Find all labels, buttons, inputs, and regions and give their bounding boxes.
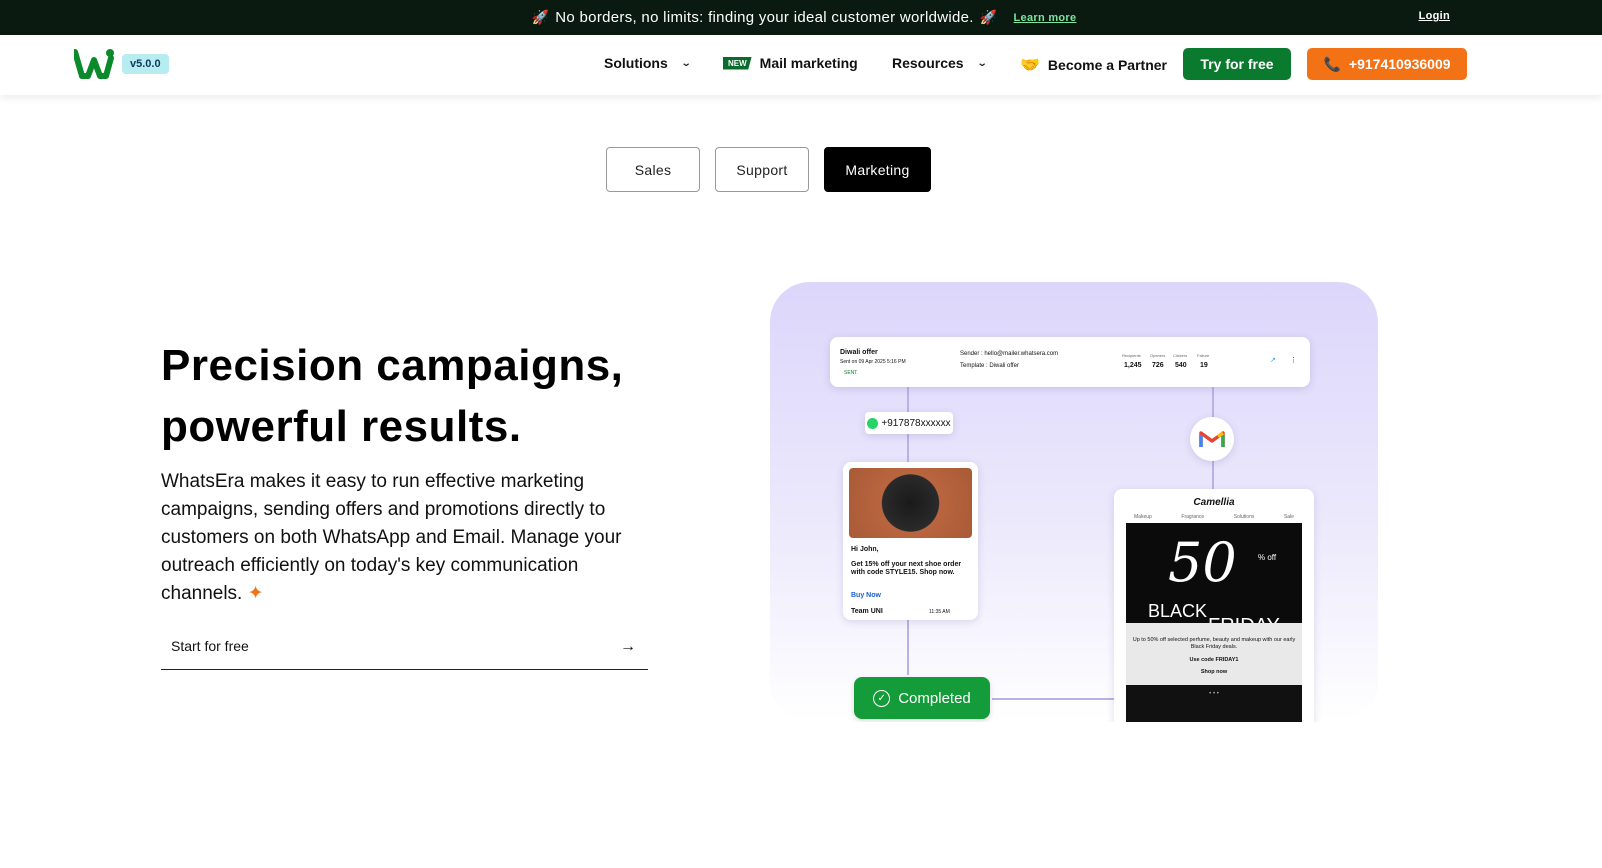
stat-value: 19 [1200, 362, 1208, 369]
mail-menu: Makeup Fragrance Solutions Sale [1134, 514, 1294, 520]
shoe-product-image [849, 468, 972, 538]
stat-label: Failure [1197, 353, 1210, 358]
stat-label: Openers [1150, 353, 1166, 358]
black-friday-banner: 50 % off BLACK FRIDAY [1126, 523, 1302, 637]
mail-code: Use code FRIDAY1 [1189, 657, 1239, 663]
banner-word-black: BLACK [1148, 601, 1208, 621]
mail-menu-item: Makeup [1134, 514, 1152, 520]
hero-description: WhatsEra makes it easy to run effective … [161, 468, 651, 608]
campaign-sent-on: Sent on 09 Apr 2025 5:16 PM [840, 359, 906, 365]
phone-number: +917410936009 [1348, 56, 1451, 72]
rocket-icon: 🚀 [531, 9, 550, 25]
navbar: v5.0.0 Solutions ⌄ NEW Mail marketing Re… [0, 35, 1602, 95]
rocket-icon: 🚀 [979, 9, 998, 25]
social-icons: • • • [1209, 691, 1219, 697]
version-badge: v5.0.0 [122, 54, 169, 74]
gmail-icon [1190, 417, 1234, 461]
discount-number: 50 [1168, 531, 1237, 594]
more-vertical-icon: ⋮ [1290, 357, 1297, 364]
start-for-free-link[interactable]: Start for free → [161, 633, 648, 670]
whatsapp-icon [867, 417, 879, 429]
phone-chip-number: +917878xxxxxx [881, 417, 951, 429]
whatsera-logo[interactable] [74, 48, 114, 80]
stat-label: Clickers [1173, 353, 1188, 358]
learn-more-link[interactable]: Learn more [1014, 12, 1077, 24]
nav-partner-label: Become a Partner [1047, 57, 1167, 73]
hero-description-text: WhatsEra makes it easy to run effective … [161, 471, 622, 604]
mail-menu-item: Fragrance [1181, 514, 1205, 520]
handshake-icon: 🤝 [1020, 57, 1040, 74]
discount-pct: % off [1258, 553, 1277, 562]
wa-time: 11:35 AM [929, 609, 950, 615]
phone-icon: 📞 [1323, 55, 1341, 72]
mail-footer: • • • [1126, 685, 1302, 722]
campaign-name: Diwali offer [840, 349, 878, 356]
try-for-free-button[interactable]: Try for free [1183, 48, 1291, 80]
announcement-text: No borders, no limits: finding your idea… [555, 9, 974, 26]
wa-greeting: Hi John, [851, 546, 879, 553]
mail-brand: Camellia [1193, 497, 1235, 508]
stat-value: 1,245 [1124, 362, 1142, 369]
campaign-card: Diwali offer Sent on 09 Apr 2025 5:16 PM… [830, 337, 1310, 387]
nav-mail-marketing-label: Mail marketing [759, 55, 858, 71]
whatsapp-message-card: Hi John, Get 15% off your next shoe orde… [843, 462, 978, 620]
nav-resources[interactable]: Resources ⌄ [892, 55, 988, 71]
whatsapp-phone-chip: +917878xxxxxx [865, 412, 953, 434]
hero-title-line1: Precision campaigns, [161, 341, 624, 390]
nav-resources-label: Resources [892, 55, 964, 71]
mail-shop-now: Shop now [1200, 669, 1228, 675]
completed-label: Completed [898, 689, 971, 707]
mail-body-text: Up to 50% off selected perfume, beauty a… [1132, 637, 1296, 650]
email-preview-card: Camellia Makeup Fragrance Solutions Sale… [1114, 489, 1314, 722]
login-link[interactable]: Login [1419, 10, 1450, 22]
hero-title: Precision campaigns, powerful results. [161, 335, 681, 457]
arrow-right-icon: → [620, 638, 636, 655]
completed-badge: ✓ Completed [854, 677, 990, 719]
chevron-down-icon: ⌄ [680, 57, 692, 69]
nav-partner[interactable]: 🤝 Become a Partner [1020, 55, 1167, 75]
wa-signature: Team UNI [851, 608, 883, 615]
connector-line [907, 620, 909, 675]
start-for-free-label: Start for free [171, 638, 249, 654]
mail-menu-item: Solutions [1233, 514, 1255, 520]
stat-value: 540 [1175, 362, 1187, 369]
campaign-status: SENT [844, 370, 858, 376]
call-button[interactable]: 📞 +917410936009 [1307, 48, 1467, 80]
nav-mail-marketing[interactable]: NEW Mail marketing [723, 55, 858, 71]
tab-support[interactable]: Support [715, 147, 809, 192]
nav-solutions[interactable]: Solutions ⌄ [604, 55, 692, 71]
new-badge: NEW [723, 56, 752, 70]
campaign-sender: Sender : hello@mailer.whatsera.com [960, 351, 1059, 357]
stat-label: Recipients [1122, 353, 1141, 358]
stat-value: 726 [1152, 362, 1164, 369]
mail-menu-item: Sale [1283, 514, 1294, 520]
chevron-down-icon: ⌄ [976, 57, 988, 69]
chart-trend-icon: ↗ [1270, 357, 1276, 364]
wa-buy-now-link: Buy Now [851, 592, 881, 599]
check-circle-icon: ✓ [873, 689, 891, 707]
announcement-bar: 🚀 No borders, no limits: finding your id… [0, 0, 1602, 35]
marketing-illustration: Diwali offer Sent on 09 Apr 2025 5:16 PM… [770, 282, 1378, 722]
nav-solutions-label: Solutions [604, 55, 668, 71]
campaign-template: Template : Diwali offer [960, 363, 1019, 369]
mail-body: Up to 50% off selected perfume, beauty a… [1126, 623, 1302, 685]
wa-body: Get 15% off your next shoe order with co… [851, 561, 962, 576]
connector-line [992, 698, 1114, 700]
hero-title-line2: powerful results. [161, 402, 522, 451]
sparkle-icon: ✦ [247, 583, 264, 604]
tab-marketing[interactable]: Marketing [824, 147, 931, 192]
tab-sales[interactable]: Sales [606, 147, 700, 192]
